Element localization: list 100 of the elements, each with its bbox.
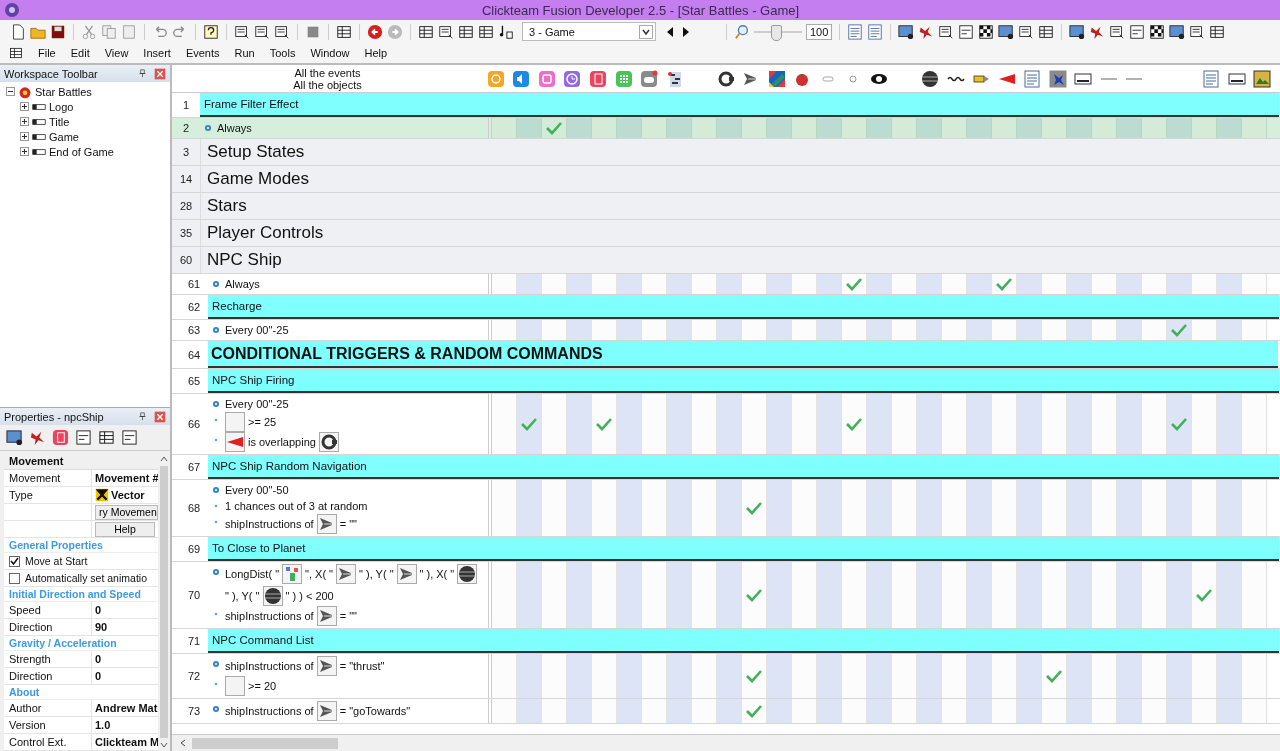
list-icon[interactable] — [867, 23, 884, 40]
grid-cell[interactable] — [1067, 654, 1092, 698]
grid-cell[interactable] — [1117, 320, 1142, 340]
letters-icon[interactable] — [665, 69, 684, 88]
text-icon[interactable] — [75, 429, 92, 446]
grid-cell[interactable] — [1167, 394, 1192, 454]
grid-cell[interactable] — [717, 274, 742, 294]
ship-icon[interactable] — [316, 701, 337, 721]
grid-cell[interactable] — [867, 699, 892, 723]
expand-icon[interactable] — [20, 147, 29, 156]
close-icon[interactable] — [154, 67, 166, 80]
property-value[interactable]: Movement # — [95, 472, 158, 484]
grid-cell[interactable] — [1167, 480, 1192, 536]
property-value[interactable]: Clickteam M — [95, 736, 158, 748]
group-title[interactable]: NPC Command List — [208, 629, 1279, 653]
table-icon[interactable] — [478, 23, 494, 40]
planet-icon[interactable] — [457, 564, 478, 584]
grid-cell[interactable] — [1217, 394, 1242, 454]
tree-item[interactable]: Logo — [49, 100, 74, 113]
grid-cell[interactable] — [817, 320, 842, 340]
pin-icon[interactable] — [137, 411, 148, 422]
grid-cell[interactable] — [1067, 274, 1092, 294]
grid-cell[interactable] — [567, 699, 592, 723]
grid-cell[interactable] — [617, 394, 642, 454]
blank-object-icon[interactable] — [225, 412, 245, 432]
table-icon[interactable] — [1038, 23, 1055, 40]
grid-cell[interactable] — [717, 562, 742, 628]
slider-thumb[interactable] — [771, 24, 783, 41]
table-icon[interactable] — [98, 429, 115, 446]
grid-cell[interactable] — [1067, 562, 1092, 628]
grid-cell[interactable] — [1117, 118, 1142, 138]
checker-icon[interactable] — [978, 23, 995, 40]
grid-cell[interactable] — [1217, 562, 1242, 628]
grid-cell[interactable] — [717, 699, 742, 723]
menu-item[interactable]: Run — [234, 47, 255, 59]
section-bar[interactable]: 28 Stars — [172, 193, 1280, 220]
grid-cell[interactable] — [1092, 118, 1117, 138]
grid-cell[interactable] — [917, 654, 942, 698]
grid-cell[interactable] — [1017, 562, 1042, 628]
grid-cell[interactable] — [792, 118, 817, 138]
property-value[interactable]: 90 — [95, 621, 108, 633]
zoom-field[interactable]: 100 — [806, 23, 833, 40]
category-header[interactable]: Movement — [4, 453, 158, 470]
grid-cell[interactable] — [1117, 394, 1142, 454]
grid-cell[interactable] — [967, 394, 992, 454]
grid-cell[interactable] — [567, 394, 592, 454]
grid-cell[interactable] — [967, 320, 992, 340]
menu-item[interactable]: Edit — [70, 47, 90, 59]
grid-cell[interactable] — [767, 320, 792, 340]
grid-cell[interactable] — [667, 654, 692, 698]
grid-cell[interactable] — [692, 118, 717, 138]
back-icon[interactable] — [367, 23, 383, 40]
grid-cell[interactable] — [667, 699, 692, 723]
grid-cell[interactable] — [617, 562, 642, 628]
grid-cell[interactable] — [1167, 274, 1192, 294]
list-icon[interactable] — [847, 23, 864, 40]
group-title[interactable]: CONDITIONAL TRIGGERS & RANDOM COMMANDS — [208, 341, 1278, 368]
property-value[interactable]: Vector — [111, 489, 145, 501]
event-row[interactable]: 73 shipInstructions of = "goTowards" — [172, 699, 1280, 724]
grid-cell[interactable] — [1167, 654, 1192, 698]
horizontal-scrollbar[interactable] — [172, 734, 1280, 751]
grid-cell[interactable] — [867, 274, 892, 294]
zoom-slider[interactable] — [754, 23, 802, 40]
menu-item[interactable]: Insert — [143, 47, 171, 59]
grid-cell[interactable] — [517, 699, 542, 723]
grid-cell[interactable] — [1192, 118, 1217, 138]
window-icon[interactable] — [1109, 23, 1126, 40]
grid-cell[interactable] — [917, 320, 942, 340]
document-icon[interactable] — [52, 429, 69, 446]
help-icon[interactable] — [203, 23, 219, 40]
event-row[interactable]: 61 Always — [172, 274, 1280, 295]
grid-cell[interactable] — [617, 118, 642, 138]
window-icon[interactable] — [938, 23, 955, 40]
copy-icon[interactable] — [101, 23, 117, 40]
grid-cell[interactable] — [617, 274, 642, 294]
text-icon[interactable] — [958, 23, 975, 40]
grid-cell[interactable] — [967, 562, 992, 628]
grid-cell[interactable] — [1217, 480, 1242, 536]
window-icon[interactable] — [1018, 23, 1035, 40]
grid-cell[interactable] — [667, 562, 692, 628]
diamond-icon[interactable] — [767, 69, 786, 88]
section-bar[interactable]: 14 Game Modes — [172, 166, 1280, 193]
grid-cell[interactable] — [967, 480, 992, 536]
grid-cell[interactable] — [1017, 480, 1042, 536]
grid-cell[interactable] — [817, 274, 842, 294]
grid-cell[interactable] — [517, 320, 542, 340]
grid-cell[interactable] — [517, 562, 542, 628]
grid-cell[interactable] — [1167, 699, 1192, 723]
window-icon[interactable] — [1189, 23, 1206, 40]
grid-cell[interactable] — [1217, 274, 1242, 294]
atom-icon[interactable] — [486, 69, 505, 88]
grid-cell[interactable] — [967, 118, 992, 138]
grid-cell[interactable] — [917, 699, 942, 723]
grid-cell[interactable] — [967, 699, 992, 723]
grid-cell[interactable] — [1042, 118, 1067, 138]
event-row[interactable]: 66 Every 00''-25 >= 25 is overlapping — [172, 394, 1280, 455]
document-icon[interactable] — [588, 69, 607, 88]
ring-icon[interactable] — [318, 432, 339, 452]
screen-icon[interactable] — [1069, 23, 1086, 40]
grid-cell[interactable] — [742, 118, 767, 138]
